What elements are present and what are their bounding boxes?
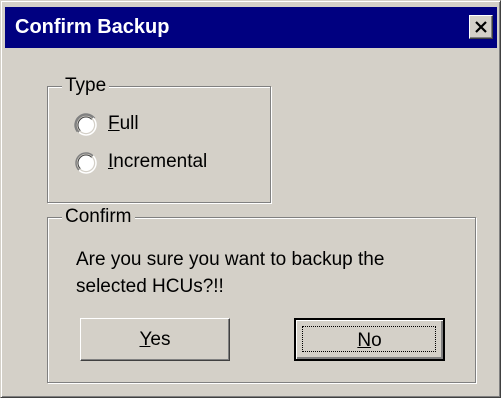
- yes-button-label: Yes: [139, 329, 171, 350]
- no-button[interactable]: No: [294, 318, 445, 361]
- radio-incremental-label: Incremental: [108, 151, 208, 172]
- confirm-backup-dialog: Confirm Backup Type Full Incremental Con…: [0, 0, 501, 398]
- close-x-icon: [475, 21, 487, 33]
- radio-full-label: Full: [108, 113, 139, 134]
- dialog-title: Confirm Backup: [15, 16, 170, 38]
- no-button-label: No: [357, 330, 382, 351]
- confirm-groupbox: Confirm Are you sure you want to backup …: [47, 205, 476, 383]
- close-button[interactable]: [469, 15, 493, 39]
- type-groupbox: Type Full Incremental: [47, 74, 271, 203]
- radio-button-icon[interactable]: [74, 151, 98, 175]
- confirm-message: Are you sure you want to backup the sele…: [76, 249, 385, 297]
- radio-button-icon[interactable]: [74, 113, 98, 137]
- type-group-legend: Type: [62, 74, 110, 98]
- yes-button[interactable]: Yes: [80, 318, 230, 361]
- title-bar[interactable]: Confirm Backup: [5, 7, 497, 48]
- confirm-group-legend: Confirm: [62, 205, 135, 229]
